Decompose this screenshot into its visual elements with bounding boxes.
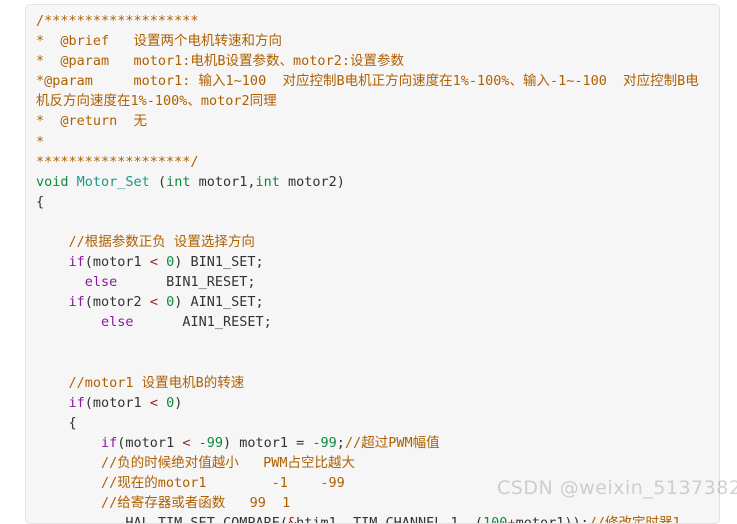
code-block: /******************* * @brief 设置两个电机转速和方向… bbox=[25, 4, 720, 524]
code-line: //负的时候绝对值越小 PWM占空比越大 bbox=[36, 453, 709, 473]
code-line-text: * @return 无 bbox=[36, 113, 148, 130]
code-line: * @param motor1:电机B设置参数、motor2:设置参数 bbox=[36, 51, 709, 71]
operator-plus: + bbox=[507, 515, 516, 524]
keyword-else: else bbox=[84, 274, 118, 291]
code-line: { bbox=[36, 192, 709, 212]
code-line-text: /******************* bbox=[36, 13, 199, 29]
code-line: { bbox=[36, 413, 709, 433]
number-literal: 0 bbox=[166, 394, 175, 411]
code-line: //现在的motor1 -1 -99 bbox=[36, 473, 709, 493]
code-line: * bbox=[36, 132, 709, 152]
operator-lt: < bbox=[149, 394, 158, 411]
operator-address-of: & bbox=[287, 515, 297, 524]
keyword-if: if bbox=[101, 434, 118, 451]
code-line: //给寄存器或者函数 99 1 bbox=[36, 493, 709, 513]
code-line-text: { bbox=[36, 193, 45, 210]
code-line-function-signature: void Motor_Set (int motor1,int motor2) bbox=[36, 173, 345, 190]
code-comment: //修改定时器1 bbox=[588, 515, 681, 524]
code-content: /******************* * @brief 设置两个电机转速和方向… bbox=[26, 5, 719, 524]
code-line-text: *******************/ bbox=[36, 153, 199, 170]
keyword-if: if bbox=[68, 394, 85, 411]
code-line: * @brief 设置两个电机转速和方向 bbox=[36, 31, 709, 51]
keyword-int: int bbox=[255, 173, 280, 190]
code-line: * @return 无 bbox=[36, 111, 709, 131]
code-line: *******************/ bbox=[36, 152, 709, 172]
code-comment: //超过PWM幅值 bbox=[344, 434, 440, 451]
number-literal: 0 bbox=[166, 254, 175, 271]
code-line: else BIN1_RESET; bbox=[84, 274, 256, 291]
code-line: *@param motor1: 输入1~100 对应控制B电机正方向速度在1%-… bbox=[36, 71, 709, 111]
code-line-text: * @brief 设置两个电机转速和方向 bbox=[36, 33, 283, 50]
keyword-void: void bbox=[36, 173, 69, 190]
code-comment: //motor1 设置电机B的转速 bbox=[68, 374, 245, 391]
keyword-if: if bbox=[68, 294, 85, 311]
number-literal: 100 bbox=[483, 515, 508, 524]
keyword-int: int bbox=[166, 173, 191, 190]
code-comment: //根据参数正负 设置选择方向 bbox=[68, 234, 255, 251]
code-line: else AIN1_RESET; bbox=[101, 314, 272, 331]
number-literal: -99 bbox=[198, 434, 223, 451]
code-line: //根据参数正负 设置选择方向 bbox=[36, 232, 709, 252]
keyword-if: if bbox=[68, 254, 85, 271]
function-name: Motor_Set bbox=[76, 173, 150, 190]
code-line: /******************* bbox=[36, 11, 709, 31]
code-comment: //现在的motor1 -1 -99 bbox=[101, 475, 345, 492]
code-line: if(motor1 < 0) bbox=[68, 394, 183, 411]
code-line: __HAL_TIM_SET_COMPARE(&htim1, TIM_CHANNE… bbox=[36, 513, 709, 524]
number-literal: -99 bbox=[312, 434, 337, 451]
code-line: if(motor1 < -99) motor1 = -99;//超过PWM幅值 bbox=[101, 434, 440, 451]
code-line-text: *@param motor1: 输入1~100 对应控制B电机正方向速度在1%-… bbox=[36, 73, 699, 110]
code-line-text: { bbox=[36, 414, 77, 431]
code-comment: //负的时候绝对值越小 PWM占空比越大 bbox=[101, 455, 356, 472]
code-line-text: * @param motor1:电机B设置参数、motor2:设置参数 bbox=[36, 53, 404, 70]
code-line: if(motor2 < 0) AIN1_SET; bbox=[68, 294, 264, 311]
number-literal: 0 bbox=[166, 294, 175, 311]
operator-lt: < bbox=[149, 254, 158, 271]
operator-lt: < bbox=[149, 294, 158, 311]
code-line: //motor1 设置电机B的转速 bbox=[36, 373, 709, 393]
code-line: if(motor1 < 0) BIN1_SET; bbox=[68, 254, 264, 271]
code-line-text: * bbox=[36, 133, 45, 150]
keyword-else: else bbox=[101, 314, 134, 331]
code-comment: //给寄存器或者函数 99 1 bbox=[101, 495, 291, 512]
